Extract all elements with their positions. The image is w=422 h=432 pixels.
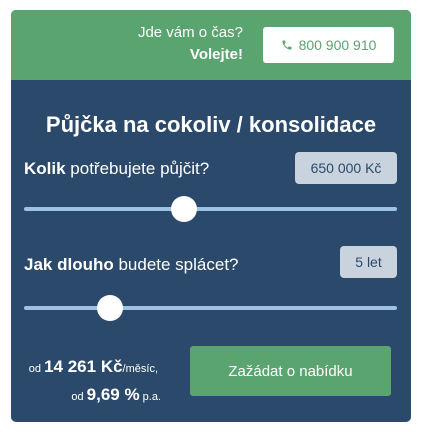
duration-label: Jak dlouho budete splácet? bbox=[24, 255, 239, 275]
duration-label-bold: Jak dlouho bbox=[24, 255, 114, 274]
call-bar: Jde vám o čas? Volejte! 800 900 910 bbox=[11, 10, 411, 80]
loan-calculator-widget: Jde vám o čas? Volejte! 800 900 910 Půjč… bbox=[11, 10, 411, 422]
interest-rate: 9,69 % bbox=[86, 385, 140, 404]
duration-slider[interactable] bbox=[24, 293, 397, 323]
call-question: Jde vám o čas? bbox=[137, 24, 243, 41]
amount-label: Kolik potřebujete půjčit? bbox=[24, 159, 209, 179]
widget-title: Půjčka na cokoliv / konsolidace bbox=[45, 112, 377, 137]
phone-button[interactable]: 800 900 910 bbox=[263, 27, 394, 63]
amount-slider-track[interactable] bbox=[24, 207, 397, 211]
duration-value-badge: 5 let bbox=[340, 246, 397, 278]
monthly-payment-line: od 14 261 Kč/měsíc, bbox=[11, 355, 161, 381]
payment-summary: od 14 261 Kč/měsíc, od 9,69 % p.a. bbox=[11, 355, 161, 409]
phone-icon bbox=[281, 39, 293, 51]
duration-label-rest: budete splácet? bbox=[113, 255, 239, 274]
amount-value-badge: 650 000 Kč bbox=[295, 152, 397, 184]
duration-slider-thumb[interactable] bbox=[96, 295, 123, 321]
monthly-unit: /měsíc, bbox=[122, 363, 158, 375]
amount-label-bold: Kolik bbox=[24, 159, 66, 178]
duration-slider-track[interactable] bbox=[24, 306, 397, 310]
call-text: Jde vám o čas? Volejte! bbox=[138, 22, 243, 66]
request-offer-button[interactable]: Zažádat o nabídku bbox=[190, 346, 391, 396]
amount-slider[interactable] bbox=[24, 194, 397, 224]
phone-number: 800 900 910 bbox=[298, 37, 377, 53]
amount-slider-thumb[interactable] bbox=[171, 196, 198, 222]
rate-line: od 9,69 % p.a. bbox=[11, 383, 161, 409]
monthly-amount: 14 261 Kč bbox=[44, 357, 123, 376]
call-cta: Volejte! bbox=[189, 46, 243, 63]
monthly-od: od bbox=[28, 363, 42, 375]
amount-label-rest: potřebujete půjčit? bbox=[65, 159, 210, 178]
rate-od: od bbox=[71, 391, 84, 403]
rate-unit: p.a. bbox=[142, 391, 161, 403]
